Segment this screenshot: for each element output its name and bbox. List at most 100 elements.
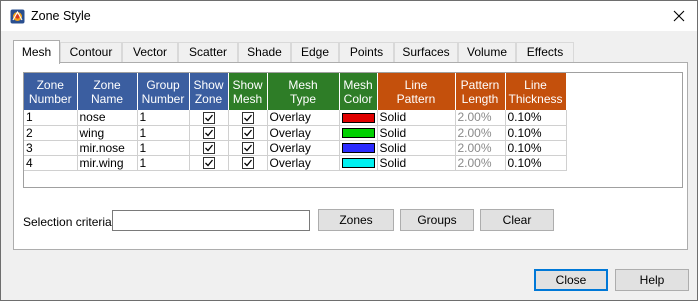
- table-row[interactable]: 2 wing 1 Overlay Solid 2.00% 0.10%: [24, 125, 567, 141]
- cell-group-number[interactable]: 1: [137, 125, 190, 141]
- tab-edge[interactable]: Edge: [291, 42, 339, 63]
- tab-vector[interactable]: Vector: [122, 42, 178, 63]
- header-row: Zone Number Zone Name Group Number Show Zone…: [24, 73, 567, 110]
- tab-points[interactable]: Points: [339, 42, 394, 63]
- checkbox[interactable]: [202, 141, 215, 154]
- cell-mesh-type[interactable]: Overlay: [267, 140, 340, 156]
- cell-group-number[interactable]: 1: [137, 110, 190, 126]
- cell-mesh-color[interactable]: [339, 155, 378, 171]
- cell-line-pattern[interactable]: Solid: [377, 110, 456, 126]
- cell-show-mesh[interactable]: [228, 140, 268, 156]
- check-icon: [204, 114, 213, 122]
- cell-line-thickness[interactable]: 0.10%: [505, 110, 567, 126]
- cell-line-thickness[interactable]: 0.10%: [505, 125, 567, 141]
- checkbox[interactable]: [241, 141, 254, 154]
- zones-button[interactable]: Zones: [318, 209, 394, 231]
- cell-zone-number[interactable]: 2: [24, 125, 78, 141]
- checkbox[interactable]: [241, 126, 254, 139]
- col-header-zone-name[interactable]: Zone Name: [77, 73, 138, 110]
- check-icon: [204, 129, 213, 137]
- cell-mesh-color[interactable]: [339, 110, 378, 126]
- cell-line-pattern[interactable]: Solid: [377, 140, 456, 156]
- check-icon: [243, 129, 252, 137]
- cell-zone-name[interactable]: mir.nose: [77, 140, 138, 156]
- cell-mesh-color[interactable]: [339, 125, 378, 141]
- col-header-show-mesh[interactable]: Show Mesh: [228, 73, 268, 110]
- tab-surfaces[interactable]: Surfaces: [394, 42, 458, 63]
- cell-zone-name[interactable]: nose: [77, 110, 138, 126]
- cell-mesh-type[interactable]: Overlay: [267, 155, 340, 171]
- app-logo-icon: [10, 9, 25, 24]
- cell-zone-name[interactable]: mir.wing: [77, 155, 138, 171]
- checkbox[interactable]: [202, 156, 215, 169]
- col-header-group-number[interactable]: Group Number: [137, 73, 190, 110]
- color-swatch: [341, 127, 375, 138]
- zone-table: Zone Number Zone Name Group Number Show Zone…: [24, 73, 567, 171]
- col-header-line-pattern[interactable]: Line Pattern: [377, 73, 456, 110]
- zone-style-dialog: Zone Style Mesh Contour Vector Scatter S…: [0, 0, 698, 301]
- cell-line-thickness[interactable]: 0.10%: [505, 140, 567, 156]
- tab-shade[interactable]: Shade: [238, 42, 291, 63]
- col-header-show-zone[interactable]: Show Zone: [189, 73, 229, 110]
- checkbox[interactable]: [241, 156, 254, 169]
- color-swatch: [341, 157, 375, 168]
- cell-pattern-length[interactable]: 2.00%: [455, 110, 506, 126]
- color-swatch: [341, 142, 375, 153]
- check-icon: [243, 159, 252, 167]
- cell-zone-number[interactable]: 1: [24, 110, 78, 126]
- checkbox[interactable]: [202, 111, 215, 124]
- cell-show-zone[interactable]: [189, 125, 229, 141]
- col-header-mesh-type[interactable]: Mesh Type: [267, 73, 340, 110]
- groups-button[interactable]: Groups: [400, 209, 474, 231]
- zone-grid[interactable]: Zone Number Zone Name Group Number Show Zone…: [23, 72, 683, 188]
- clear-button[interactable]: Clear: [480, 209, 554, 231]
- col-header-zone-number[interactable]: Zone Number: [24, 73, 78, 110]
- close-icon[interactable]: [669, 6, 689, 26]
- checkbox[interactable]: [202, 126, 215, 139]
- selection-criteria-input[interactable]: [112, 210, 310, 231]
- col-header-line-thickness[interactable]: Line Thickness: [505, 73, 567, 110]
- tab-scatter[interactable]: Scatter: [178, 42, 238, 63]
- close-button[interactable]: Close: [534, 269, 608, 291]
- mesh-tab-panel: Zone Number Zone Name Group Number Show Zone…: [13, 62, 688, 250]
- table-row[interactable]: 1 nose 1 Overlay Solid 2.00% 0.10%: [24, 110, 567, 126]
- selection-criteria-label: Selection criteria:: [23, 215, 116, 229]
- cell-show-mesh[interactable]: [228, 155, 268, 171]
- cell-show-mesh[interactable]: [228, 125, 268, 141]
- table-row[interactable]: 3 mir.nose 1 Overlay Solid 2.00% 0.10%: [24, 140, 567, 156]
- color-swatch: [341, 112, 375, 123]
- cell-zone-number[interactable]: 4: [24, 155, 78, 171]
- tab-volume[interactable]: Volume: [458, 42, 516, 63]
- cell-group-number[interactable]: 1: [137, 155, 190, 171]
- cell-zone-number[interactable]: 3: [24, 140, 78, 156]
- cell-mesh-color[interactable]: [339, 140, 378, 156]
- cell-pattern-length[interactable]: 2.00%: [455, 140, 506, 156]
- tab-mesh[interactable]: Mesh: [13, 40, 60, 64]
- cell-show-zone[interactable]: [189, 110, 229, 126]
- tab-contour[interactable]: Contour: [60, 42, 122, 63]
- cell-pattern-length[interactable]: 2.00%: [455, 155, 506, 171]
- cell-show-zone[interactable]: [189, 140, 229, 156]
- cell-mesh-type[interactable]: Overlay: [267, 110, 340, 126]
- tab-effects[interactable]: Effects: [516, 42, 574, 63]
- checkbox[interactable]: [241, 111, 254, 124]
- window-title: Zone Style: [31, 9, 91, 23]
- check-icon: [243, 114, 252, 122]
- help-button[interactable]: Help: [615, 269, 689, 291]
- cell-zone-name[interactable]: wing: [77, 125, 138, 141]
- check-icon: [243, 144, 252, 152]
- check-icon: [204, 159, 213, 167]
- col-header-mesh-color[interactable]: Mesh Color: [339, 73, 378, 110]
- cell-group-number[interactable]: 1: [137, 140, 190, 156]
- cell-pattern-length[interactable]: 2.00%: [455, 125, 506, 141]
- cell-show-mesh[interactable]: [228, 110, 268, 126]
- cell-line-pattern[interactable]: Solid: [377, 125, 456, 141]
- cell-line-thickness[interactable]: 0.10%: [505, 155, 567, 171]
- table-row[interactable]: 4 mir.wing 1 Overlay Solid 2.00% 0.10%: [24, 155, 567, 171]
- check-icon: [204, 144, 213, 152]
- cell-mesh-type[interactable]: Overlay: [267, 125, 340, 141]
- cell-show-zone[interactable]: [189, 155, 229, 171]
- title-bar: Zone Style: [1, 1, 697, 31]
- cell-line-pattern[interactable]: Solid: [377, 155, 456, 171]
- col-header-pattern-length[interactable]: Pattern Length: [455, 73, 506, 110]
